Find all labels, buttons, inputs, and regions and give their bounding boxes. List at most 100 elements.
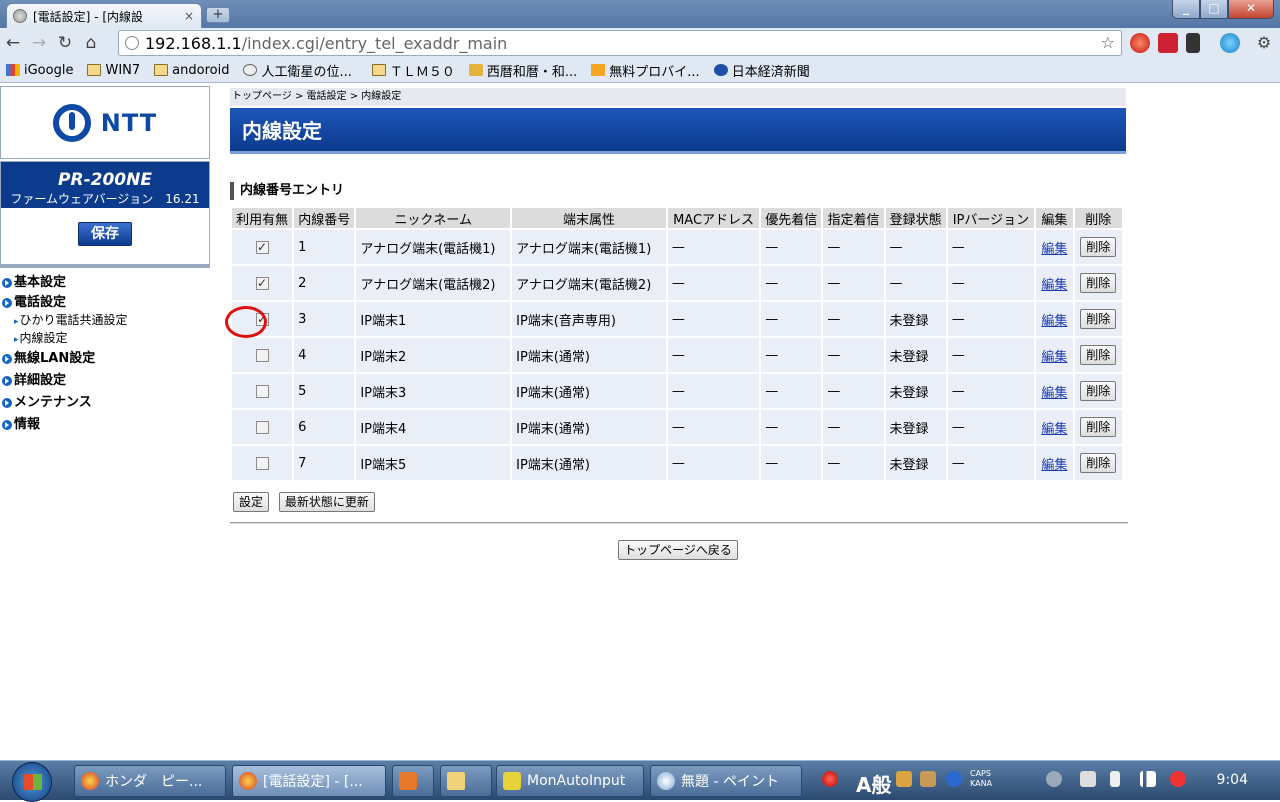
ime-pad-icon[interactable]	[920, 771, 936, 787]
edit-link[interactable]: 編集	[1041, 278, 1067, 293]
browser-tab[interactable]: [電話設定] - [内線設 ×	[6, 3, 202, 28]
nav-extension-settings[interactable]: 内線設定	[2, 330, 128, 348]
bookmark-tlm50[interactable]: ＴＬＭ５０	[371, 61, 455, 80]
back-to-top-button[interactable]: トップページへ戻る	[618, 540, 738, 560]
volume-muted-icon[interactable]	[1170, 771, 1186, 787]
back-arrow-icon[interactable]: ←	[0, 31, 26, 55]
google-icon	[6, 64, 20, 76]
set-button[interactable]: 設定	[233, 492, 270, 512]
battery-extension-icon[interactable]	[1158, 33, 1178, 53]
tab-close-button[interactable]: ×	[183, 9, 195, 23]
url-path: /index.cgi/entry_tel_exaddr_main	[241, 33, 508, 53]
ime-mode[interactable]: A般	[856, 769, 891, 798]
use-checkbox[interactable]	[255, 420, 269, 434]
col-registration: 登録状態	[885, 208, 946, 228]
edit-link[interactable]: 編集	[1041, 386, 1067, 401]
wrench-icon[interactable]: ⚙	[1254, 33, 1274, 53]
edit-link[interactable]: 編集	[1041, 242, 1067, 257]
sidebar-nav: 基本設定 電話設定 ひかり電話共通設定 内線設定 無線LAN設定 詳細設定 メン…	[2, 272, 128, 436]
signal-icon[interactable]	[1140, 771, 1156, 787]
paint-icon	[657, 772, 675, 790]
nav-maintenance[interactable]: メンテナンス	[2, 392, 128, 414]
cell-edit: 編集	[1036, 266, 1073, 300]
nav-wireless-lan[interactable]: 無線LAN設定	[2, 348, 128, 370]
use-checkbox[interactable]: ✓	[255, 312, 269, 326]
arrow-bullet-icon	[2, 420, 12, 430]
cell-edit: 編集	[1036, 446, 1073, 480]
ime-tool-icon[interactable]	[896, 771, 912, 787]
bookmark-star-icon[interactable]: ☆	[1101, 33, 1115, 52]
delete-button[interactable]: 削除	[1080, 345, 1117, 365]
cell-delete: 削除	[1074, 446, 1122, 480]
delete-button[interactable]: 削除	[1080, 453, 1117, 473]
task-media[interactable]	[392, 765, 434, 797]
delete-button[interactable]: 削除	[1080, 273, 1117, 293]
bookmark-calendar[interactable]: 西暦和暦・和...	[468, 61, 577, 80]
delete-button[interactable]: 削除	[1080, 237, 1117, 257]
task-explorer[interactable]	[440, 765, 492, 797]
delete-button[interactable]: 削除	[1080, 381, 1117, 401]
address-bar[interactable]: 192.168.1.1/index.cgi/entry_tel_exaddr_m…	[118, 30, 1122, 56]
cell-terminal-type: IP端末(通常)	[512, 338, 666, 372]
nav-phone-settings[interactable]: 電話設定	[2, 294, 128, 312]
cell-nickname: IP端末2	[356, 338, 511, 372]
battery-icon[interactable]	[1110, 771, 1120, 787]
bookmark-provider[interactable]: 無料プロバイ...	[591, 61, 700, 80]
flag-icon[interactable]	[1080, 771, 1096, 787]
task-paint[interactable]: 無題 - ペイント	[650, 765, 802, 797]
clock[interactable]: 9:04	[1217, 772, 1248, 788]
nav-detail-settings[interactable]: 詳細設定	[2, 370, 128, 392]
nav-info[interactable]: 情報	[2, 414, 128, 436]
cell-delete: 削除	[1074, 338, 1122, 372]
refresh-button[interactable]: 最新状態に更新	[278, 492, 375, 512]
edit-link[interactable]: 編集	[1041, 350, 1067, 365]
use-checkbox[interactable]	[255, 384, 269, 398]
bookmark-win7[interactable]: WIN7	[87, 63, 140, 78]
cell-number: 2	[294, 266, 355, 300]
minimize-button[interactable]: _	[1172, 0, 1200, 19]
nav-hikari-common[interactable]: ひかり電話共通設定	[2, 312, 128, 330]
cell-registration: 未登録	[885, 302, 946, 336]
page-info-icon[interactable]	[125, 36, 139, 50]
extension-red-icon[interactable]	[1130, 33, 1150, 53]
bookmark-igoogle[interactable]: iGoogle	[6, 63, 73, 78]
sidebar: NTT PR-200NE ファームウェアバージョン 16.21 保存 基本設定 …	[0, 84, 210, 760]
col-designated: 指定着信	[823, 208, 884, 228]
language-bar-icon[interactable]	[822, 771, 838, 787]
edit-link[interactable]: 編集	[1041, 422, 1067, 437]
skype-extension-icon[interactable]	[1220, 33, 1240, 53]
use-checkbox[interactable]: ✓	[255, 276, 269, 290]
cell-ip-version: —	[947, 374, 1035, 408]
table-row: ✓ 1 アナログ端末(電話機1) アナログ端末(電話機1) — — — — — 編集 削除	[232, 230, 1122, 264]
task-phone-settings[interactable]: [電話設定] - [...	[232, 765, 386, 797]
nav-basic-settings[interactable]: 基本設定	[2, 272, 128, 294]
bookmark-nikkei[interactable]: 日本経済新聞	[713, 61, 810, 80]
nikkei-icon	[713, 64, 728, 76]
bookmark-satellite[interactable]: 人工衛星の位...	[243, 61, 352, 80]
model-box: PR-200NE ファームウェアバージョン 16.21 保存	[0, 161, 210, 268]
cell-registration: 未登録	[885, 374, 946, 408]
satellite-icon[interactable]	[1046, 771, 1062, 787]
divider	[230, 522, 1128, 524]
usb-extension-icon[interactable]	[1186, 33, 1200, 53]
save-button[interactable]: 保存	[78, 222, 132, 246]
edit-link[interactable]: 編集	[1041, 314, 1067, 329]
forward-arrow-icon[interactable]: →	[26, 31, 52, 55]
reload-icon[interactable]: ↻	[52, 31, 78, 55]
task-honda[interactable]: ホンダ ピー...	[74, 765, 226, 797]
delete-button[interactable]: 削除	[1080, 309, 1117, 329]
maximize-button[interactable]: □	[1200, 0, 1228, 19]
new-tab-button[interactable]: +	[206, 7, 230, 23]
use-checkbox[interactable]	[255, 348, 269, 362]
use-checkbox[interactable]	[255, 456, 269, 470]
edit-link[interactable]: 編集	[1041, 458, 1067, 473]
home-icon[interactable]: ⌂	[78, 31, 104, 55]
use-checkbox[interactable]: ✓	[255, 240, 269, 254]
bookmark-andoroid[interactable]: andoroid	[154, 63, 229, 78]
cell-edit: 編集	[1036, 374, 1073, 408]
delete-button[interactable]: 削除	[1080, 417, 1117, 437]
start-button[interactable]	[12, 762, 52, 802]
help-icon[interactable]	[946, 771, 962, 787]
task-monautoinput[interactable]: MonAutoInput	[496, 765, 644, 797]
close-button[interactable]: ✕	[1228, 0, 1274, 19]
